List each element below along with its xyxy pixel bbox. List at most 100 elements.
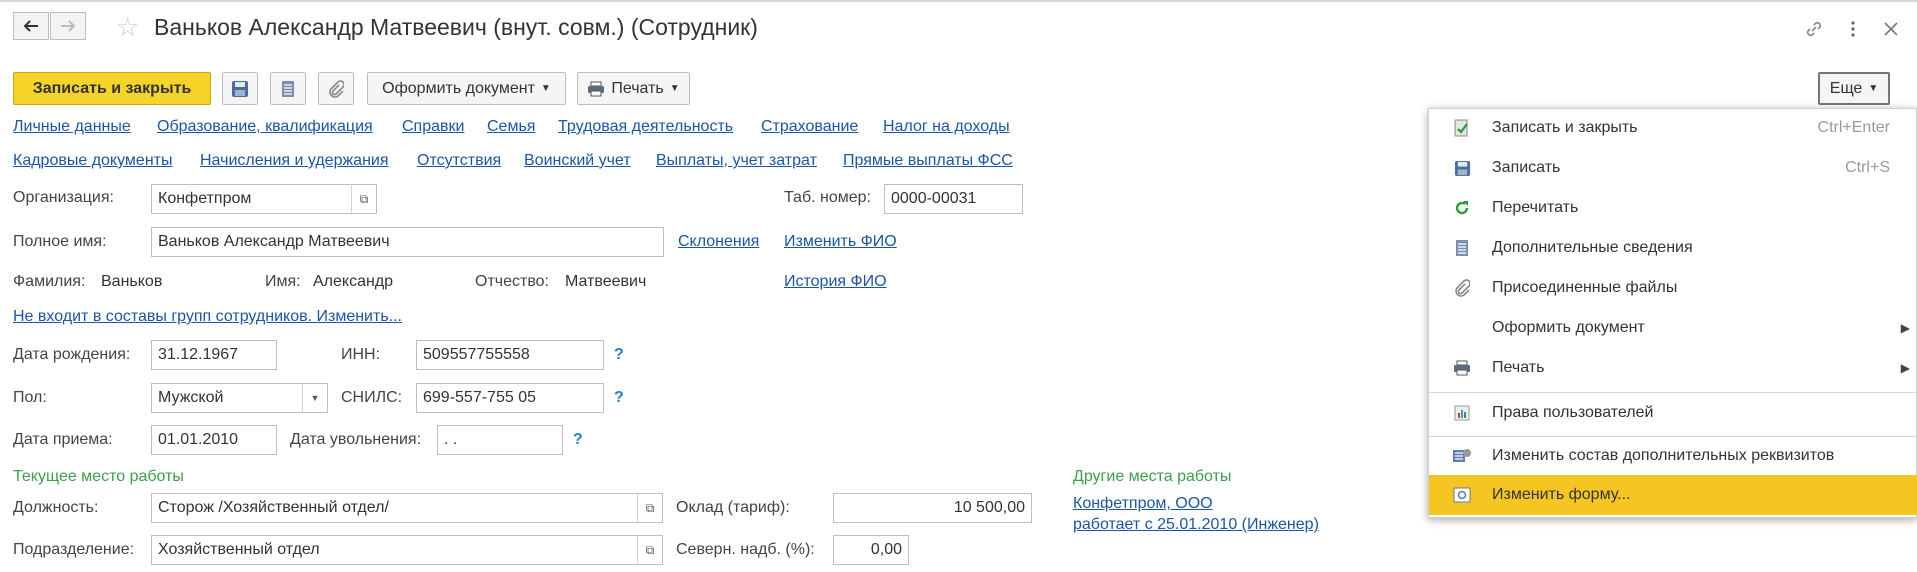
forward-button[interactable] bbox=[50, 12, 86, 40]
menu-item-print[interactable]: Печать ▶ bbox=[1429, 349, 1917, 387]
dept-field[interactable]: Хозяйственный отдел bbox=[151, 535, 638, 565]
inn-field[interactable]: 509557755558 bbox=[416, 340, 604, 370]
attach-files-button[interactable] bbox=[318, 72, 354, 105]
change-fio-link[interactable]: Изменить ФИО bbox=[784, 233, 897, 251]
gender-dropdown-button[interactable]: ▼ bbox=[302, 383, 328, 413]
open-icon: ⧉ bbox=[359, 191, 369, 206]
org-field[interactable]: Конфетпром bbox=[151, 184, 352, 214]
link-certificates[interactable]: Справки bbox=[402, 118, 464, 136]
position-field[interactable]: Сторож /Хозяйственный отдел/ bbox=[151, 493, 638, 523]
menu-item-change-form[interactable]: Изменить форму... bbox=[1429, 475, 1917, 515]
link-hr-documents[interactable]: Кадровые документы bbox=[13, 152, 173, 170]
menu-item-additional-info[interactable]: Дополнительные сведения bbox=[1429, 229, 1917, 267]
surname-label: Фамилия: bbox=[13, 273, 86, 290]
menu-item-label: Права пользователей bbox=[1492, 404, 1654, 421]
link-accruals[interactable]: Начисления и удержания bbox=[200, 152, 389, 170]
menu-item-label: Оформить документ bbox=[1492, 319, 1645, 336]
other-work-org-link[interactable]: Конфетпром, ООО bbox=[1073, 495, 1213, 513]
link-family[interactable]: Семья bbox=[487, 118, 535, 136]
print-button[interactable]: Печать ▼ bbox=[577, 72, 690, 105]
chevron-right-icon: ▶ bbox=[1900, 361, 1910, 375]
more-button[interactable]: Еще ▼ bbox=[1818, 72, 1890, 105]
favorite-star-icon[interactable]: ☆ bbox=[116, 14, 139, 40]
other-work-header: Другие места работы bbox=[1073, 468, 1232, 485]
menu-item-shortcut: Ctrl+Enter bbox=[1817, 119, 1890, 136]
snils-help-icon[interactable]: ? bbox=[614, 389, 624, 407]
link-fss-payments[interactable]: Прямые выплаты ФСС bbox=[843, 152, 1013, 170]
name-value: Александр bbox=[313, 273, 394, 290]
north-allowance-label: Северн. надб. (%): bbox=[676, 541, 815, 558]
paperclip-icon bbox=[329, 79, 344, 98]
declensions-link[interactable]: Склонения bbox=[678, 233, 759, 251]
link-personal-data[interactable]: Личные данные bbox=[13, 118, 131, 136]
menu-item-shortcut: Ctrl+S bbox=[1845, 159, 1890, 176]
menu-item-attached-files[interactable]: Присоединенные файлы bbox=[1429, 269, 1917, 307]
gender-label: Пол: bbox=[13, 389, 47, 406]
dismiss-label: Дата увольнения: bbox=[290, 431, 422, 448]
menu-item-label: Записать и закрыть bbox=[1492, 119, 1638, 136]
printer-icon bbox=[1451, 357, 1473, 379]
current-work-header: Текущее место работы bbox=[13, 468, 184, 485]
dept-open-button[interactable]: ⧉ bbox=[637, 535, 663, 565]
close-icon[interactable] bbox=[1880, 18, 1902, 40]
save-and-close-button[interactable]: Записать и закрыть bbox=[13, 72, 211, 105]
user-rights-icon bbox=[1451, 402, 1473, 424]
dismiss-help-icon[interactable]: ? bbox=[573, 431, 583, 449]
dismiss-date-field[interactable]: . . bbox=[437, 425, 563, 455]
inn-help-icon[interactable]: ? bbox=[614, 346, 624, 364]
menu-item-save-close[interactable]: Записать и закрыть Ctrl+Enter bbox=[1429, 109, 1917, 147]
additional-info-button[interactable] bbox=[270, 72, 306, 105]
open-icon: ⧉ bbox=[645, 500, 655, 515]
menu-item-reread[interactable]: Перечитать bbox=[1429, 189, 1917, 227]
menu-item-label: Перечитать bbox=[1492, 199, 1579, 216]
chevron-down-icon: ▼ bbox=[540, 83, 551, 94]
groups-link[interactable]: Не входит в составы групп сотрудников. И… bbox=[13, 308, 402, 326]
birth-date-field[interactable]: 31.12.1967 bbox=[151, 340, 277, 370]
refresh-icon bbox=[1451, 197, 1473, 219]
link-income-tax[interactable]: Налог на доходы bbox=[883, 118, 1010, 136]
menu-item-make-document[interactable]: Оформить документ ▶ bbox=[1429, 309, 1917, 347]
document-icon bbox=[282, 80, 294, 97]
menu-item-save[interactable]: Записать Ctrl+S bbox=[1429, 149, 1917, 187]
menu-item-label: Присоединенные файлы bbox=[1492, 279, 1678, 296]
menu-item-user-rights[interactable]: Права пользователей bbox=[1429, 394, 1917, 432]
north-allowance-field[interactable]: 0,00 bbox=[833, 535, 909, 565]
position-open-button[interactable]: ⧉ bbox=[637, 493, 663, 523]
patronymic-value: Матвеевич bbox=[565, 273, 647, 290]
window-top-border bbox=[0, 0, 1917, 2]
attributes-icon bbox=[1451, 445, 1473, 467]
menu-separator bbox=[1429, 392, 1917, 393]
hire-date-field[interactable]: 01.01.2010 bbox=[151, 425, 277, 455]
surname-value: Ваньков bbox=[101, 273, 163, 290]
history-fio-link[interactable]: История ФИО bbox=[784, 273, 887, 291]
other-work-detail-link[interactable]: работает с 25.01.2010 (Инженер) bbox=[1073, 516, 1319, 534]
chevron-down-icon: ▼ bbox=[310, 393, 320, 403]
tab-number-field[interactable]: 0000-00031 bbox=[884, 184, 1023, 214]
floppy-icon bbox=[1451, 157, 1473, 179]
chevron-down-icon: ▼ bbox=[1868, 83, 1879, 94]
hire-label: Дата приема: bbox=[13, 431, 113, 448]
window-title: Ваньков Александр Матвеевич (внут. совм.… bbox=[154, 14, 758, 40]
menu-item-label: Дополнительные сведения bbox=[1492, 239, 1693, 256]
fullname-field[interactable]: Ваньков Александр Матвеевич bbox=[151, 227, 664, 257]
position-label: Должность: bbox=[13, 499, 99, 516]
link-education[interactable]: Образование, квалификация bbox=[157, 118, 373, 136]
make-document-button[interactable]: Оформить документ ▼ bbox=[367, 72, 566, 105]
save-button[interactable] bbox=[222, 72, 258, 105]
link-insurance[interactable]: Страхование bbox=[761, 118, 858, 136]
link-military[interactable]: Воинский учет bbox=[524, 152, 631, 170]
more-vertical-icon[interactable] bbox=[1842, 18, 1864, 40]
dept-label: Подразделение: bbox=[13, 541, 135, 558]
floppy-icon bbox=[232, 80, 248, 97]
salary-field[interactable]: 10 500,00 bbox=[833, 493, 1032, 523]
gender-select[interactable]: Мужской bbox=[151, 383, 304, 413]
link-absences[interactable]: Отсутствия bbox=[417, 152, 501, 170]
org-open-button[interactable]: ⧉ bbox=[351, 184, 377, 214]
save-close-icon bbox=[1451, 117, 1473, 139]
link-payments[interactable]: Выплаты, учет затрат bbox=[656, 152, 817, 170]
back-button[interactable] bbox=[13, 12, 49, 40]
snils-field[interactable]: 699-557-755 05 bbox=[416, 383, 604, 413]
link-employment[interactable]: Трудовая деятельность bbox=[558, 118, 733, 136]
menu-item-change-attributes[interactable]: Изменить состав дополнительных реквизито… bbox=[1429, 437, 1917, 475]
link-icon[interactable] bbox=[1803, 18, 1825, 40]
